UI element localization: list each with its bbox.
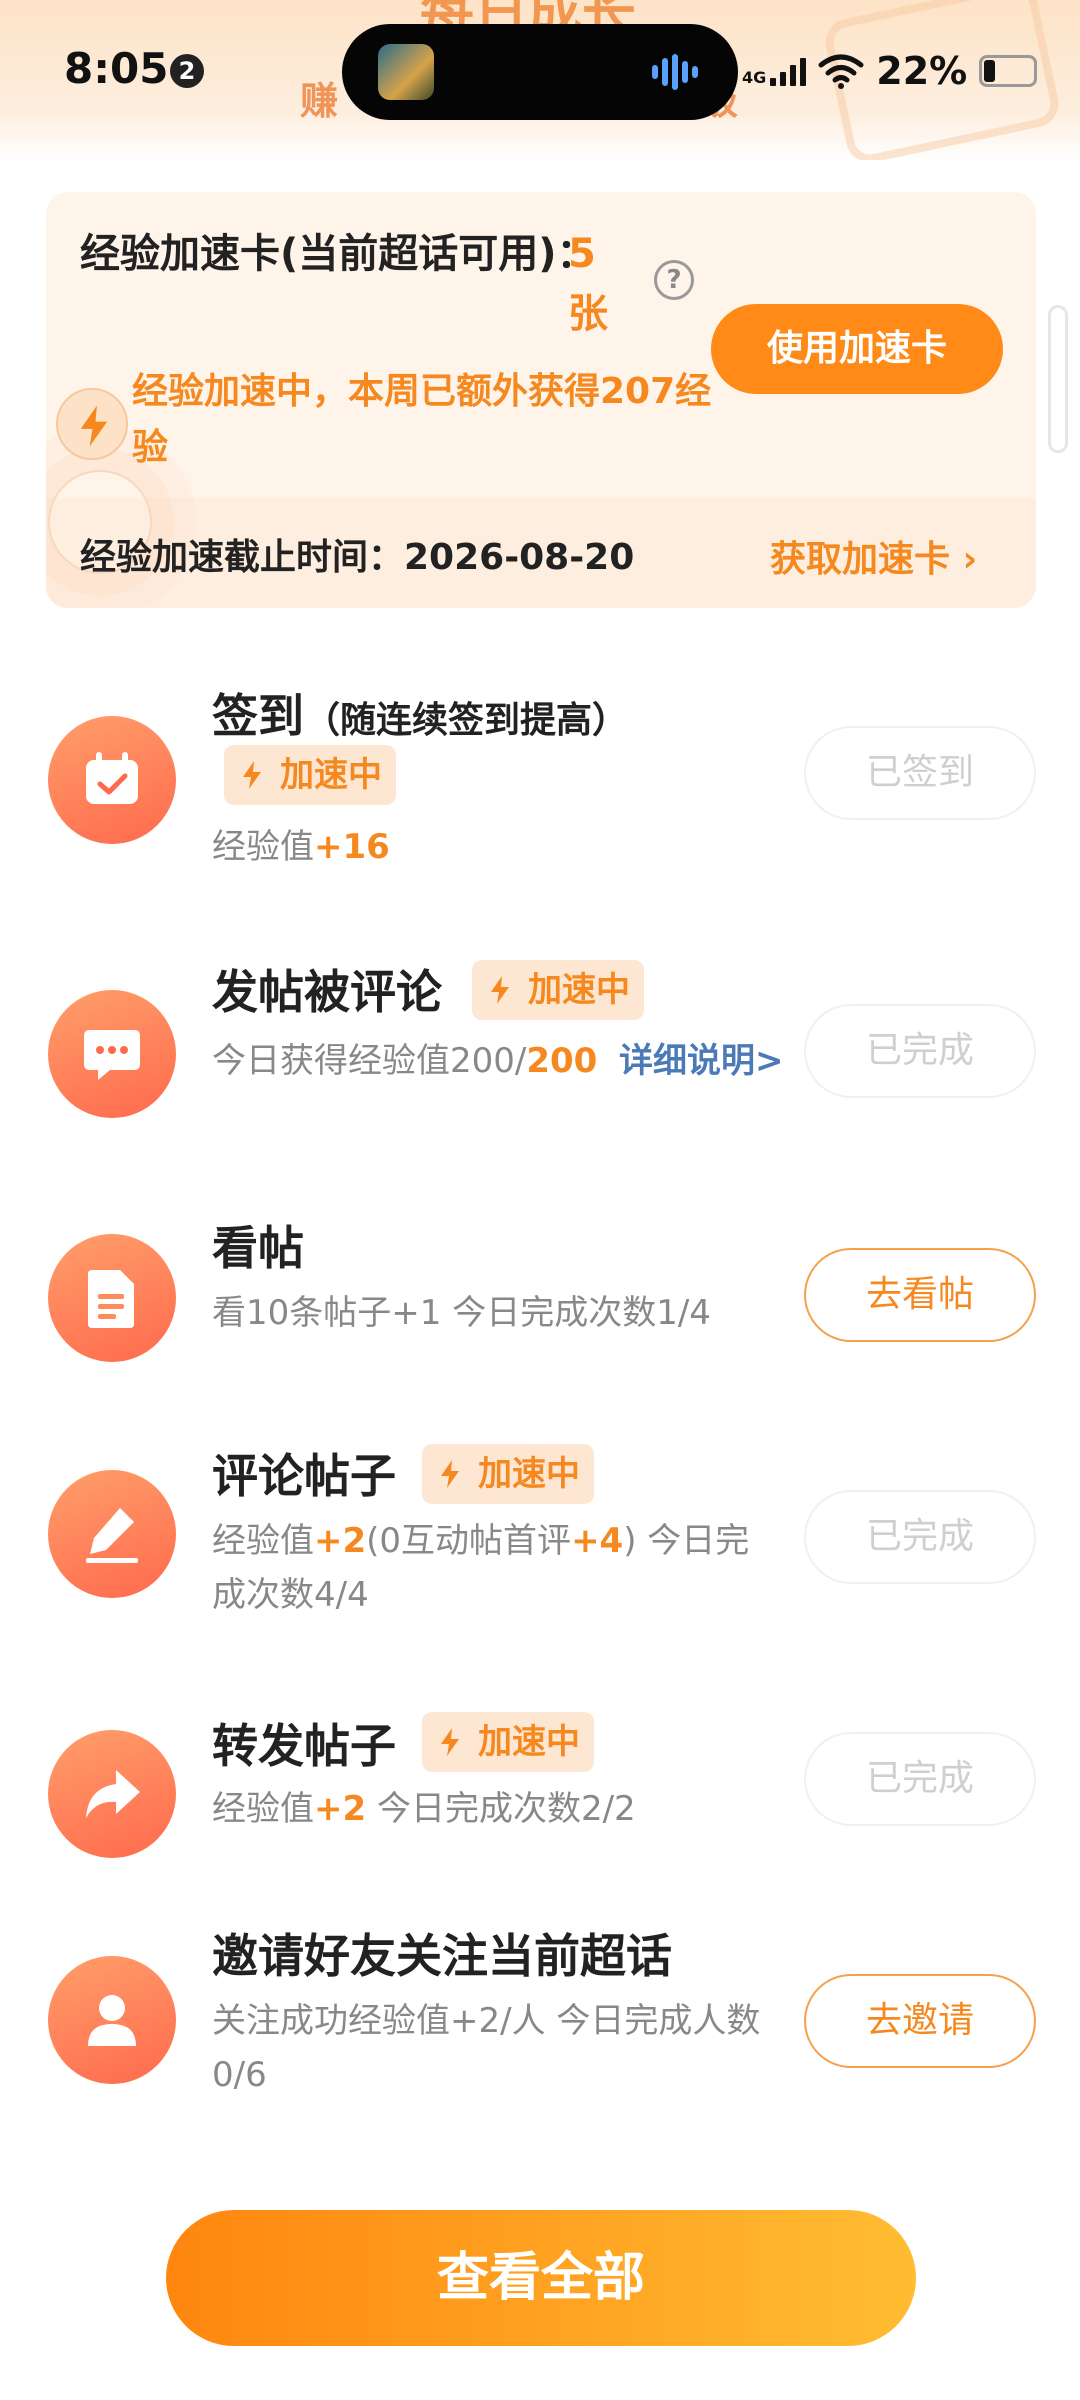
- calendar-check-icon: [48, 716, 176, 844]
- status-time: 8:05: [64, 44, 169, 93]
- task-title-text: 签到: [212, 689, 304, 743]
- dynamic-island[interactable]: [342, 24, 738, 120]
- document-icon: [48, 1234, 176, 1362]
- task-row-invite-friends: 邀请好友关注当前超话 关注成功经验值+2/人 今日完成人数0/6 去邀请: [0, 1920, 1080, 2140]
- speed-tag: 加速中: [422, 1444, 594, 1504]
- task-desc: 看10条帖子+1 今日完成次数1/4: [212, 1293, 711, 1333]
- notification-badge: 2: [170, 54, 204, 88]
- completed-button[interactable]: 已完成: [804, 1004, 1036, 1098]
- task-title-note: （随连续签到提高）: [304, 700, 629, 741]
- task-title: 签到（随连续签到提高）: [212, 680, 628, 746]
- task-desc-text: 经验值: [212, 1789, 314, 1829]
- task-desc-text: 经验值: [212, 827, 314, 867]
- scrollbar-thumb[interactable]: [1048, 305, 1068, 453]
- cellular-signal-icon: 4G: [742, 56, 807, 87]
- accel-card: 经验加速卡(当前超话可用)： 5张 ? 使用加速卡 经验加速中，本周已额外获得2…: [46, 192, 1036, 608]
- task-title: 评论帖子: [212, 1449, 396, 1503]
- help-icon[interactable]: ?: [654, 260, 694, 300]
- chat-bubble-icon: [48, 990, 176, 1118]
- completed-button[interactable]: 已完成: [804, 1732, 1036, 1826]
- speed-tag: 加速中: [224, 745, 396, 805]
- task-row-comment-posts: 评论帖子 加速中 经验值+2(0互动帖首评+4) 今日完成次数4/4 已完成: [0, 1440, 1080, 1660]
- go-invite-button[interactable]: 去邀请: [804, 1974, 1036, 2068]
- accel-status-text: 经验加速中，本周已额外获得207经验: [132, 371, 712, 468]
- battery-icon: [979, 55, 1038, 87]
- share-arrow-icon: [48, 1730, 176, 1858]
- accel-deadline: 经验加速截止时间：2026-08-20: [80, 537, 635, 578]
- speed-tag: 加速中: [422, 1712, 594, 1772]
- speed-tag-label: 加速中: [280, 755, 382, 795]
- status-bar: 8:05 2 4G 22%: [0, 0, 1080, 140]
- media-thumbnail: [378, 44, 434, 100]
- accel-card-title: 经验加速卡(当前超话可用)：: [80, 231, 597, 277]
- task-desc-highlight: +2: [314, 1789, 367, 1829]
- go-view-posts-button[interactable]: 去看帖: [804, 1248, 1036, 1342]
- detail-link[interactable]: 详细说明>: [619, 1041, 784, 1081]
- speed-tag: 加速中: [472, 960, 644, 1020]
- speed-tag-label: 加速中: [478, 1722, 580, 1762]
- battery-percent: 22%: [876, 49, 968, 93]
- network-type: 4G: [742, 68, 767, 87]
- task-desc: 经验值+16: [212, 820, 390, 874]
- task-desc-text: 今日完成次数2/2: [366, 1789, 636, 1829]
- pencil-icon: [48, 1470, 176, 1598]
- use-accel-card-button[interactable]: 使用加速卡: [711, 304, 1003, 394]
- task-row-view-posts: 看帖 看10条帖子+1 今日完成次数1/4 去看帖: [0, 1210, 1080, 1410]
- task-desc: 经验值+2 今日完成次数2/2: [212, 1782, 636, 1836]
- task-desc: 关注成功经验值+2/人 今日完成人数0/6: [212, 2001, 761, 2095]
- lightning-icon: [56, 388, 128, 460]
- task-desc: 经验值+2(0互动帖首评+4) 今日完成次数4/4: [212, 1514, 782, 1622]
- task-title: 发帖被评论: [212, 965, 442, 1019]
- task-desc-highlight: +16: [314, 827, 390, 867]
- task-desc-text: 今日获得经验值200/: [212, 1041, 527, 1081]
- get-accel-card-link[interactable]: 获取加速卡 ›: [770, 530, 977, 582]
- task-title: 转发帖子: [212, 1719, 396, 1773]
- task-desc: 今日获得经验值200/200 详细说明>: [212, 1034, 792, 1088]
- status-indicators: 4G 22%: [742, 46, 1038, 96]
- speed-tag-label: 加速中: [528, 970, 630, 1010]
- task-desc-highlight: +2: [314, 1521, 367, 1561]
- task-row-signin: 签到（随连续签到提高） 加速中 经验值+16 已签到: [0, 660, 1080, 890]
- completed-button[interactable]: 已完成: [804, 1490, 1036, 1584]
- task-desc-text: (0互动帖首评: [366, 1521, 572, 1561]
- task-desc-text: 经验值: [212, 1521, 314, 1561]
- speed-tag-label: 加速中: [478, 1454, 580, 1494]
- task-row-post-commented: 发帖被评论 加速中 今日获得经验值200/200 详细说明> 已完成: [0, 940, 1080, 1170]
- audio-wave-icon: [652, 54, 702, 90]
- person-icon: [48, 1956, 176, 2084]
- task-title: 邀请好友关注当前超话: [212, 1929, 672, 1983]
- wifi-icon: [818, 54, 864, 89]
- task-row-share-posts: 转发帖子 加速中 经验值+2 今日完成次数2/2 已完成: [0, 1710, 1080, 1890]
- signed-in-button[interactable]: 已签到: [804, 726, 1036, 820]
- task-desc-highlight: +4: [571, 1521, 624, 1561]
- task-title: 看帖: [212, 1221, 304, 1275]
- view-all-button[interactable]: 查看全部: [166, 2210, 916, 2346]
- task-desc-highlight: 200: [526, 1041, 598, 1081]
- accel-card-count: 5张: [568, 231, 608, 337]
